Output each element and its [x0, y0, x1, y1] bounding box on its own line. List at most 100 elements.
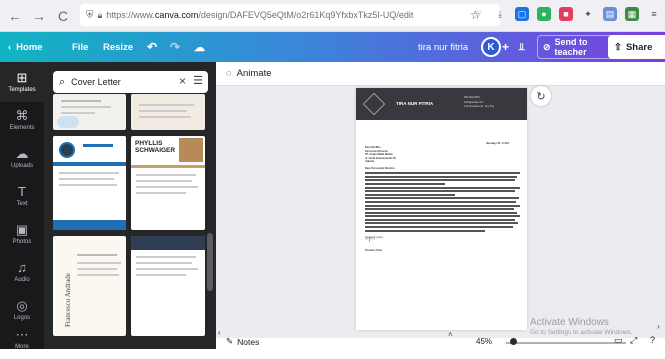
nav-label: Elements [9, 125, 35, 131]
animate-icon: ◌ [226, 68, 232, 79]
signature-scribble: ~ƒ~ [365, 237, 375, 244]
nav-label: Photos [12, 239, 32, 245]
share-label: Share [625, 41, 653, 53]
page-count-icon[interactable]: ▭ [614, 335, 623, 346]
body-paragraph-lines [365, 172, 520, 232]
watermark-title: Activate Windows [530, 317, 609, 328]
menu-icon[interactable]: ≡ [647, 7, 661, 21]
url-path: /design/DAFEVQ5eQtM/o2r61Kq9YfxbxTkz5I-U… [198, 10, 414, 20]
search-value: Cover Letter [71, 77, 121, 87]
forward-arrow-icon[interactable]: → [30, 7, 48, 25]
resize-button[interactable]: Resize [103, 32, 133, 62]
zoom-slider[interactable] [506, 342, 626, 344]
animate-button[interactable]: ◌ Animate [216, 62, 665, 86]
nav-text[interactable]: T Text [0, 176, 44, 216]
lock-icon: 🔒︎ [97, 9, 103, 20]
extension-screenshot-icon[interactable]: ▤ [603, 7, 617, 21]
collaborator-avatar[interactable]: K [481, 32, 501, 62]
template-thumbnail[interactable]: Francesco Andrade [53, 236, 126, 336]
extension-sheet-icon[interactable]: ▦ [625, 7, 639, 21]
upload-icon: ⇧ [614, 41, 622, 53]
notes-label: Notes [237, 336, 260, 347]
nav-audio[interactable]: ♫ Audio [0, 252, 44, 292]
nav-more[interactable]: ⋯ More [0, 319, 44, 359]
fullscreen-icon[interactable]: ⤢ [630, 335, 637, 346]
undo-icon[interactable]: ↶ [147, 32, 157, 62]
nav-label: More [15, 344, 29, 350]
filter-icon[interactable]: ☰ [193, 74, 203, 87]
editor-footer: ✎ Notes 45% ▭ ⤢ ? [216, 335, 665, 349]
watermark-subtitle: Go to Settings to activate Windows. [530, 329, 633, 336]
extension-icons: ♡ ⤓ ▢ ● ■ ✦ ▤ ▦ ≡ [471, 7, 661, 21]
address-bar[interactable]: ⛨ 🔒︎ https://www. canva.com/design/DAFEVQ… [80, 4, 500, 26]
contact-address: 123 Anywhere St., Any City [464, 105, 495, 108]
template-thumbnail[interactable] [53, 136, 126, 230]
nav-uploads[interactable]: ☁ Uploads [0, 138, 44, 178]
nav-photos[interactable]: ▣ Photos [0, 214, 44, 254]
activate-windows-watermark: Activate Windows Go to Settings to activ… [530, 317, 633, 336]
template-side-name: Francesco Andrade [64, 273, 72, 327]
nav-templates[interactable]: ⊞ Templates [0, 62, 44, 102]
help-icon[interactable]: ? [650, 335, 655, 345]
back-arrow-icon[interactable]: ← [6, 7, 24, 25]
extension-puzzle-icon[interactable]: ✦ [581, 7, 595, 21]
redo-icon[interactable]: ↷ [170, 32, 180, 62]
signature-name: Tira Nur Fitria [365, 249, 382, 253]
letter-header-name: TIRA NUR FITRIA [396, 101, 434, 106]
design-owner-name: tira nur fitria [418, 41, 469, 53]
share-button[interactable]: ⇧ Share [608, 35, 665, 59]
templates-icon: ⊞ [16, 70, 28, 85]
reload-icon[interactable]: C [54, 7, 72, 25]
extension-blue-icon[interactable]: ▢ [515, 7, 529, 21]
uploads-icon: ☁ [15, 146, 29, 161]
extension-red-icon[interactable]: ■ [559, 7, 573, 21]
insights-chart-icon[interactable]: ⫫ [519, 32, 525, 62]
avatar: K [481, 37, 501, 57]
zoom-percentage[interactable]: 45% [476, 337, 492, 346]
logos-icon: ◎ [16, 298, 28, 313]
nav-elements[interactable]: ⌘ Elements [0, 100, 44, 140]
cloud-save-icon[interactable]: ☁ [194, 32, 205, 62]
logo-mark-icon [362, 92, 386, 116]
nav-label: Audio [14, 277, 30, 283]
extension-green-icon[interactable]: ● [537, 7, 551, 21]
panel-scrollbar[interactable] [207, 233, 213, 291]
letter-body: Dear Mr./Mrs. Personnel Director PT. Ang… [365, 138, 520, 253]
elements-icon: ⌘ [15, 108, 29, 123]
nav-label: Text [16, 201, 28, 207]
search-icon: ⌕ [59, 75, 66, 88]
scroll-left-arrow-icon[interactable]: ‹ [218, 328, 221, 337]
pocket-icon[interactable]: ♡ [471, 7, 485, 21]
home-button[interactable]: ‹ Home [8, 32, 43, 62]
notes-icon: ✎ [226, 336, 234, 346]
clear-icon[interactable]: × [179, 74, 186, 88]
design-page[interactable]: TIRA NUR FITRIA 000-000-0000 hello@email… [356, 88, 527, 330]
shield-icon: ⛨ [86, 9, 94, 21]
template-title-text: PHYLLIS SCHWAIGER [135, 140, 176, 154]
template-thumbnail[interactable] [53, 94, 126, 130]
nav-label: Uploads [10, 163, 33, 169]
more-icon: ⋯ [15, 327, 29, 342]
chevron-left-icon: ‹ [8, 41, 12, 53]
template-thumbnail[interactable] [131, 236, 205, 336]
letter-header: TIRA NUR FITRIA 000-000-0000 hello@email… [356, 88, 527, 120]
nav-label: Templates [8, 87, 36, 93]
download-icon[interactable]: ⤓ [493, 7, 507, 21]
audio-icon: ♫ [17, 260, 27, 275]
search-input[interactable]: ⌕ Cover Letter × ☰ [53, 71, 208, 93]
check-circle-icon: ⊘ [543, 41, 551, 52]
file-menu-button[interactable]: File [72, 32, 88, 62]
url-host: canva.com [154, 10, 199, 20]
scroll-right-arrow-icon[interactable]: › [657, 322, 660, 331]
add-collaborator-icon[interactable]: + [502, 32, 509, 62]
refresh-page-icon[interactable]: ↻ [531, 86, 551, 106]
zoom-slider-handle[interactable] [510, 338, 517, 345]
animate-label: Animate [236, 68, 272, 79]
text-icon: T [18, 184, 26, 199]
browser-toolbar: ← → C ⛨ 🔒︎ https://www. canva.com/design/… [0, 0, 665, 32]
recipient-line: Jakarta [365, 160, 375, 164]
salutation: Dear Personnel Director. [365, 166, 396, 170]
template-thumbnail[interactable] [131, 94, 205, 130]
notes-button[interactable]: ✎ Notes [226, 336, 259, 347]
template-thumbnail[interactable]: PHYLLIS SCHWAIGER [131, 136, 205, 230]
